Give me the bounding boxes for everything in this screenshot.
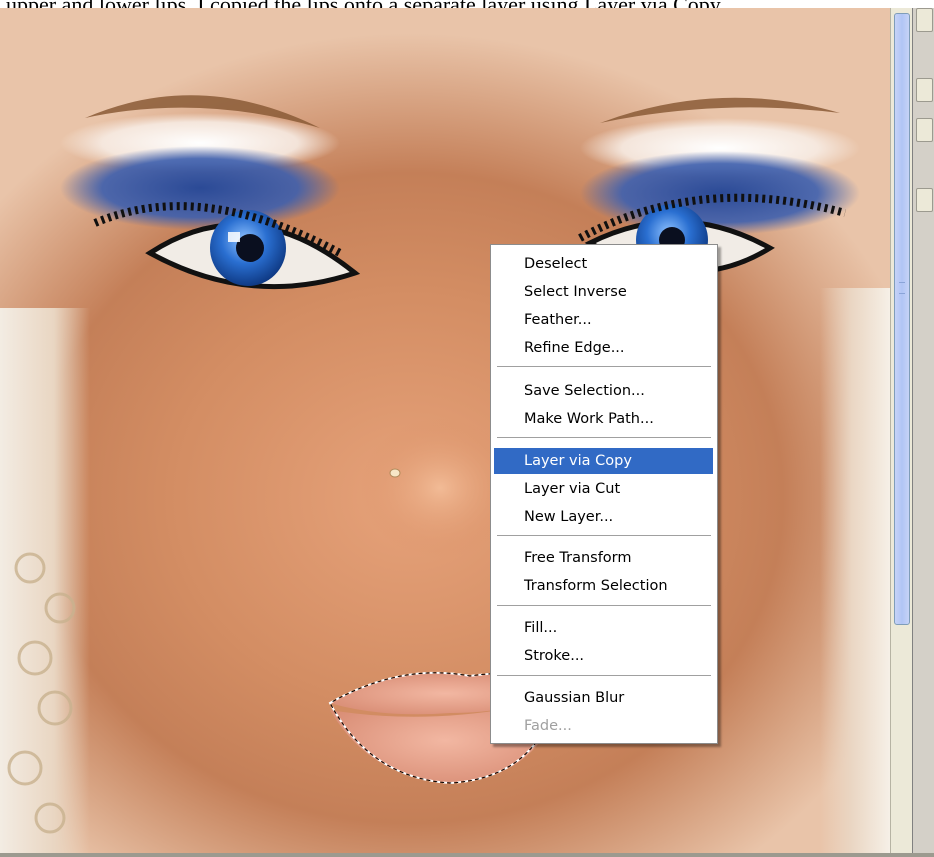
left-earring [7, 552, 76, 834]
menu-item-fill[interactable]: Fill... [494, 615, 713, 641]
menu-item-layer-via-copy[interactable]: Layer via Copy [494, 448, 713, 474]
photo-canvas[interactable] [0, 8, 890, 853]
scrollbar-thumb[interactable] [894, 13, 910, 625]
menu-item-save-selection[interactable]: Save Selection... [494, 378, 713, 404]
menu-item-new-layer[interactable]: New Layer... [494, 504, 713, 530]
tool-panel-strip [912, 8, 934, 853]
menu-item-layer-via-cut[interactable]: Layer via Cut [494, 476, 713, 502]
menu-item-gaussian-blur[interactable]: Gaussian Blur [494, 685, 713, 711]
panel-button-icon[interactable] [916, 188, 933, 212]
face-illustration [7, 95, 860, 834]
panel-button-icon[interactable] [916, 78, 933, 102]
panel-button-icon[interactable] [916, 118, 933, 142]
menu-item-fade: Fade... [524, 718, 572, 734]
menu-item-select-inverse[interactable]: Select Inverse [494, 279, 713, 305]
left-pupil [236, 234, 264, 262]
menu-item-transform-selection[interactable]: Transform Selection [494, 573, 713, 599]
bottom-border [0, 853, 934, 857]
menu-item-feather[interactable]: Feather... [494, 307, 713, 333]
menu-item-deselect[interactable]: Deselect [494, 251, 713, 277]
menu-separator [497, 437, 711, 438]
vertical-scrollbar[interactable] [890, 8, 913, 853]
menu-item-stroke[interactable]: Stroke... [494, 643, 713, 669]
menu-item-refine-edge[interactable]: Refine Edge... [494, 335, 713, 361]
menu-separator [497, 366, 711, 367]
menu-separator [497, 675, 711, 676]
menu-separator [497, 605, 711, 606]
nose-stud [389, 468, 401, 478]
grip-icon [899, 282, 905, 294]
menu-item-make-work-path[interactable]: Make Work Path... [494, 406, 713, 432]
menu-separator [497, 535, 711, 536]
context-menu: Deselect Select Inverse Feather... Refin… [490, 244, 718, 744]
menu-item-free-transform[interactable]: Free Transform [494, 545, 713, 571]
panel-button-icon[interactable] [916, 8, 933, 32]
